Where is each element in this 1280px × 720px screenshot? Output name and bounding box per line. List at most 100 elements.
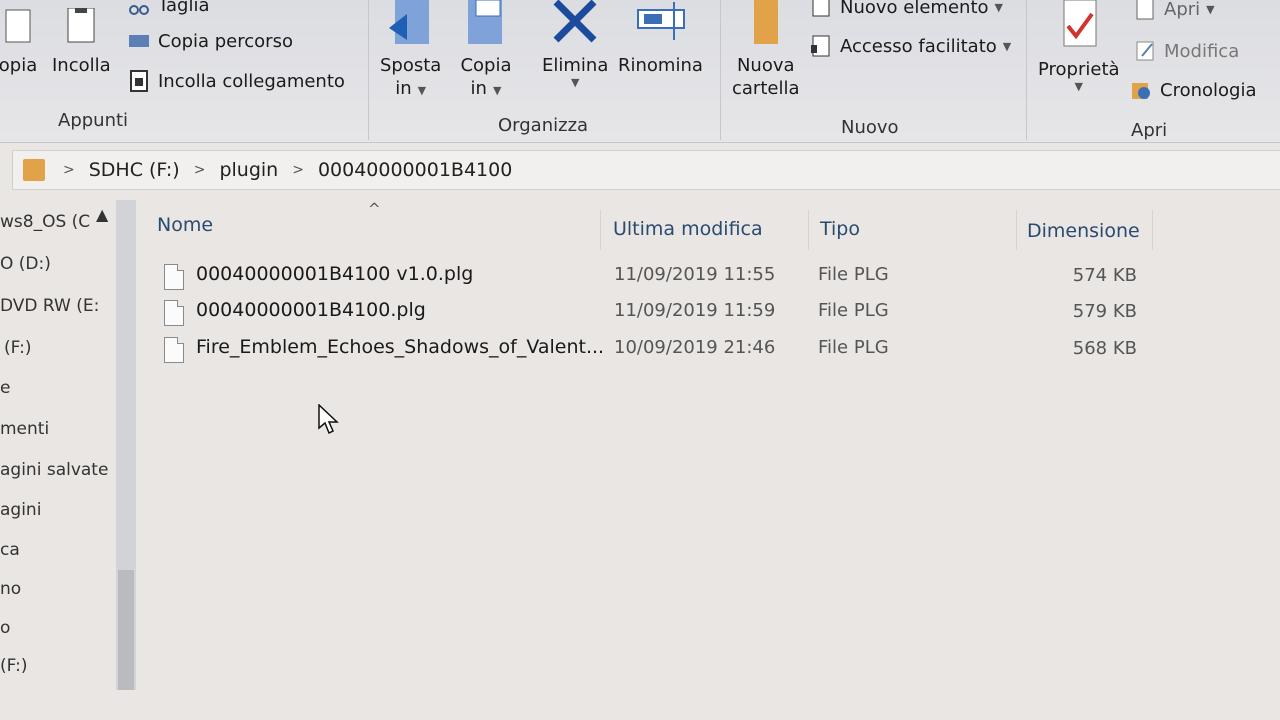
file-row[interactable]: 00040000001B4100 v1.0.plg 11/09/2019 11:… [140, 261, 1150, 295]
paste-link-button[interactable]: Incolla collegamento [128, 70, 345, 92]
chevron-right-icon[interactable]: > [292, 162, 304, 178]
nav-item[interactable]: O (D:) [0, 254, 51, 274]
column-separator[interactable] [808, 210, 809, 250]
new-folder-label-2: cartella [732, 78, 800, 99]
nav-item[interactable]: agini [0, 500, 41, 520]
file-icon [164, 300, 184, 326]
scissors-icon [128, 0, 150, 16]
move-to-label-row: in ▼ [395, 77, 426, 102]
properties-button[interactable]: Proprietà ▼ [1038, 0, 1120, 93]
group-label-appunti: Appunti [58, 110, 129, 131]
nav-item[interactable]: e [0, 378, 10, 398]
history-button[interactable]: Cronologia [1130, 79, 1256, 101]
nav-item[interactable]: agini salvate [0, 460, 108, 480]
group-separator [1026, 0, 1027, 140]
copy-button[interactable]: opia [0, 8, 40, 77]
paste-link-label: Incolla collegamento [158, 70, 345, 92]
edit-label: Modifica [1164, 40, 1240, 62]
cut-label: Taglia [158, 0, 210, 16]
file-row[interactable]: Fire_Emblem_Echoes_Shadows_of_Valent... … [140, 334, 1150, 368]
column-separator[interactable] [1152, 210, 1153, 250]
navigation-pane: ws8_OS (C O (D:) DVD RW (E: (F:) e menti… [0, 200, 130, 700]
group-separator [720, 0, 721, 140]
dropdown-caret-icon: ▼ [417, 84, 427, 97]
column-header-type[interactable]: Tipo [820, 218, 860, 240]
nav-item[interactable]: (F:) [4, 338, 31, 358]
new-folder-icon [738, 0, 794, 48]
copy-to-label-1: Copia [460, 55, 512, 76]
copy-to-button[interactable]: Copia in ▼ [458, 0, 514, 102]
chevron-right-icon[interactable]: > [194, 162, 206, 178]
new-item-button[interactable]: Nuovo elemento ▼ [810, 0, 1003, 18]
easy-access-label: Accesso facilitato [840, 35, 997, 57]
nav-item[interactable]: ws8_OS (C [0, 212, 90, 232]
easy-access-button[interactable]: Accesso facilitato ▼ [810, 35, 1011, 57]
column-header-name[interactable]: Nome [157, 214, 213, 236]
properties-label: Proprietà [1038, 59, 1120, 80]
nav-item[interactable]: o [0, 618, 10, 638]
sort-ascending-icon: ^ [368, 200, 381, 218]
address-bar[interactable]: > SDHC (F:) > plugin > 00040000001B4100 [12, 150, 1280, 190]
column-header-size[interactable]: Dimensione [1027, 220, 1140, 242]
nav-item[interactable]: no [0, 579, 21, 599]
ribbon: opia Incolla Taglia Copia percorso Incol… [0, 0, 1280, 143]
mouse-cursor-icon [318, 403, 340, 436]
delete-button[interactable]: Elimina ▼ [542, 0, 608, 89]
history-label: Cronologia [1160, 79, 1257, 101]
new-item-icon [810, 0, 832, 18]
nav-item[interactable]: ca [0, 540, 20, 560]
nav-item[interactable]: (F:) [0, 656, 27, 676]
edit-icon [1134, 40, 1156, 62]
nav-scrollbar[interactable] [116, 200, 136, 690]
group-label-nuovo: Nuovo [841, 117, 899, 138]
copy-icon [0, 8, 40, 48]
dropdown-caret-icon: ▼ [1206, 2, 1215, 16]
open-label: Apri [1164, 0, 1201, 20]
move-to-button[interactable]: Sposta in ▼ [380, 0, 441, 102]
file-list: ^ Nome Ultima modifica Tipo Dimensione 0… [140, 200, 1280, 720]
file-modified: 11/09/2019 11:55 [614, 264, 776, 285]
folder-icon [23, 159, 45, 181]
breadcrumb-current-folder[interactable]: 00040000001B4100 [318, 159, 512, 181]
new-folder-button[interactable]: Nuova cartella [732, 0, 800, 100]
copy-path-button[interactable]: Copia percorso [128, 30, 293, 52]
nav-scrollbar-thumb[interactable] [118, 570, 134, 690]
nav-item[interactable]: menti [0, 419, 49, 439]
file-name: 00040000001B4100 v1.0.plg [196, 263, 474, 285]
group-label-apri: Apri [1131, 120, 1168, 141]
cut-button[interactable]: Taglia [128, 0, 210, 16]
paste-icon [59, 7, 103, 48]
breadcrumb-drive[interactable]: SDHC (F:) [89, 159, 180, 181]
paste-link-icon [128, 70, 150, 92]
copy-to-label-2: in [470, 78, 487, 99]
copy-to-label-row: in ▼ [471, 77, 502, 102]
paste-button[interactable]: Incolla [52, 7, 111, 77]
rename-label: Rinomina [618, 55, 703, 76]
copy-label: opia [0, 55, 38, 76]
rename-icon [618, 0, 702, 48]
file-type: File PLG [818, 264, 889, 285]
nav-item[interactable]: DVD RW (E: [0, 296, 99, 316]
chevron-right-icon[interactable]: > [63, 162, 75, 178]
rename-button[interactable]: Rinomina [618, 0, 703, 77]
copy-path-label: Copia percorso [158, 30, 293, 52]
dropdown-caret-icon: ▼ [1074, 80, 1083, 93]
open-button[interactable]: Apri ▼ [1134, 0, 1215, 20]
scroll-up-icon[interactable]: ▲ [96, 205, 108, 224]
dropdown-caret-icon: ▼ [1002, 39, 1012, 53]
file-modified: 11/09/2019 11:59 [614, 300, 776, 321]
move-to-icon [381, 0, 441, 48]
delete-label: Elimina [542, 55, 609, 76]
column-header-modified[interactable]: Ultima modifica [613, 218, 763, 240]
file-name: Fire_Emblem_Echoes_Shadows_of_Valent... [196, 336, 605, 358]
column-separator[interactable] [1016, 210, 1017, 250]
checkmark-icon [1054, 0, 1104, 52]
edit-button[interactable]: Modifica [1134, 40, 1239, 62]
column-separator[interactable] [600, 210, 601, 250]
file-row[interactable]: 00040000001B4100.plg 11/09/2019 11:59 Fi… [140, 297, 1150, 331]
file-size: 568 KB [1072, 338, 1137, 359]
close-x-icon [542, 0, 608, 48]
copy-to-icon [458, 0, 514, 48]
history-icon [1130, 79, 1152, 101]
breadcrumb-plugin[interactable]: plugin [219, 159, 278, 181]
